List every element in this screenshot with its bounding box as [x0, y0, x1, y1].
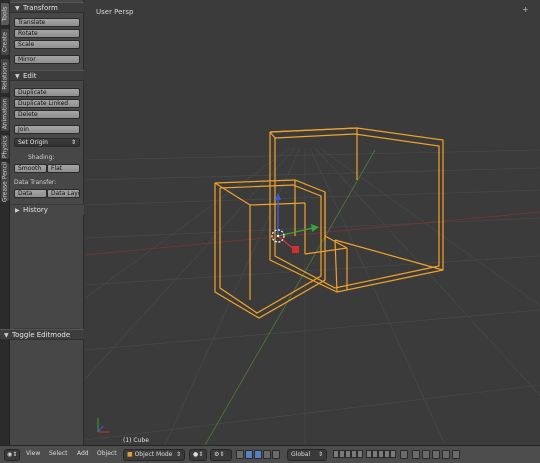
tab-physics-label: Physics	[1, 135, 9, 159]
tab-relations[interactable]: Relations	[0, 58, 10, 94]
tab-physics[interactable]: Physics	[0, 134, 10, 160]
add-menu[interactable]: Add	[77, 450, 89, 457]
view-menu[interactable]: View	[26, 450, 40, 457]
shading-label: Shading:	[28, 154, 55, 161]
mini-axis-widget	[97, 418, 109, 433]
tab-grease-pencil-label: Grease Pencil	[1, 161, 9, 203]
dropdown-arrows-icon: ⇕	[317, 451, 323, 458]
expand-triangle-icon: ▶	[15, 207, 20, 214]
editor-type-icon: ◉⇕	[7, 451, 18, 458]
data-layout-button[interactable]: Data Layo	[47, 189, 80, 198]
rotate-button[interactable]: Rotate	[14, 29, 80, 38]
mirror-button[interactable]: Mirror	[14, 55, 80, 64]
object-menu[interactable]: Object	[97, 450, 117, 457]
manipulator-toggle-icon[interactable]	[236, 450, 244, 459]
tab-tools[interactable]: Tools	[0, 2, 10, 26]
snap-element-icon[interactable]	[422, 450, 430, 459]
object-origin-icon	[276, 234, 280, 238]
join-button[interactable]: Join	[14, 125, 80, 134]
transform-panel-header[interactable]: ▼ Transform	[10, 2, 84, 13]
y-axis-line	[204, 149, 376, 445]
add-region-plus-icon[interactable]: +	[522, 5, 529, 14]
x-gizmo-handle-icon[interactable]	[292, 246, 299, 253]
delete-button[interactable]: Delete	[14, 110, 80, 119]
collapse-triangle-icon: ▼	[4, 332, 9, 339]
scale-manipulator-icon[interactable]	[263, 450, 271, 459]
opengl-render-icon[interactable]	[442, 450, 450, 459]
history-panel-title: History	[23, 206, 48, 214]
duplicate-linked-button[interactable]: Duplicate Linked	[14, 99, 80, 108]
transform-panel-title: Transform	[23, 4, 58, 12]
transform-orientation-select[interactable]: Global ⇕	[287, 449, 327, 461]
mode-select[interactable]: ■ Object Mode ⇕	[123, 449, 185, 461]
history-panel-header[interactable]: ▶ History	[10, 204, 84, 215]
set-origin-dropdown[interactable]: Set Origin ⇕	[14, 138, 80, 147]
tab-create-label: Create	[1, 32, 9, 52]
tab-grease-pencil[interactable]: Grease Pencil	[0, 162, 10, 202]
tab-animation[interactable]: Animation	[0, 96, 10, 132]
z-gizmo-arrow-icon[interactable]	[275, 193, 281, 200]
smooth-button[interactable]: Smooth	[14, 164, 47, 173]
rotate-manipulator-icon[interactable]	[254, 450, 262, 459]
layer-button-10[interactable]	[390, 450, 396, 458]
duplicate-button[interactable]: Duplicate	[14, 88, 80, 97]
active-object-label: (1) Cube	[123, 437, 149, 444]
tool-shelf: ▼ Transform Translate Rotate Scale Mirror…	[0, 0, 84, 445]
pivot-icon: ⚙⇕	[214, 451, 225, 458]
set-origin-label: Set Origin	[18, 139, 48, 146]
toggle-editmode-panel-header[interactable]: ▼ Toggle Editmode	[0, 329, 84, 340]
toggle-editmode-title: Toggle Editmode	[12, 331, 71, 339]
shading-sphere-icon: ●⇕	[193, 451, 204, 458]
snap-toggle-icon[interactable]	[412, 450, 420, 459]
tab-tools-label: Tools	[1, 6, 9, 22]
tab-create[interactable]: Create	[0, 28, 10, 56]
3d-view-header: ◉⇕ View Select Add Object ■ Object Mode …	[0, 445, 540, 463]
tab-animation-label: Animation	[1, 98, 9, 130]
orientation-label: Global	[291, 451, 311, 458]
manipulator-extra-icon[interactable]	[272, 450, 280, 459]
edit-panel-title: Edit	[23, 72, 37, 80]
select-menu[interactable]: Select	[49, 450, 68, 457]
flat-button[interactable]: Flat	[47, 164, 80, 173]
collapse-triangle-icon: ▼	[15, 73, 20, 80]
pivot-point-select[interactable]: ⚙⇕	[210, 449, 232, 461]
editor-type-menu[interactable]: ◉⇕	[4, 449, 20, 461]
tab-relations-label: Relations	[1, 62, 9, 90]
edit-panel-header[interactable]: ▼ Edit	[10, 70, 84, 81]
3d-viewport[interactable]: User Persp + (1) Cube	[85, 0, 540, 445]
data-transfer-button[interactable]: Data	[14, 189, 47, 198]
layer-button-5[interactable]	[357, 450, 363, 458]
collapse-triangle-icon: ▼	[15, 5, 20, 12]
scale-button[interactable]: Scale	[14, 40, 80, 49]
object-mode-icon: ■	[127, 451, 135, 458]
viewport-title: User Persp	[96, 8, 134, 16]
lock-layer-icon[interactable]	[400, 450, 408, 459]
dropdown-arrows-icon: ⇕	[175, 451, 181, 458]
viewport-shading-select[interactable]: ●⇕	[189, 449, 207, 461]
proportional-edit-icon[interactable]	[432, 450, 440, 459]
data-transfer-label: Data Transfer:	[14, 179, 57, 186]
dropdown-arrows-icon: ⇕	[70, 139, 76, 146]
opengl-animation-icon[interactable]	[452, 450, 460, 459]
translate-button[interactable]: Translate	[14, 18, 80, 27]
viewport-scene	[85, 127, 540, 445]
tool-shelf-tabs: Tools Create Relations Animation Physics…	[0, 0, 10, 445]
x-axis-line	[85, 211, 540, 256]
mode-label: Object Mode	[134, 451, 173, 458]
translate-manipulator-icon[interactable]	[245, 450, 253, 459]
